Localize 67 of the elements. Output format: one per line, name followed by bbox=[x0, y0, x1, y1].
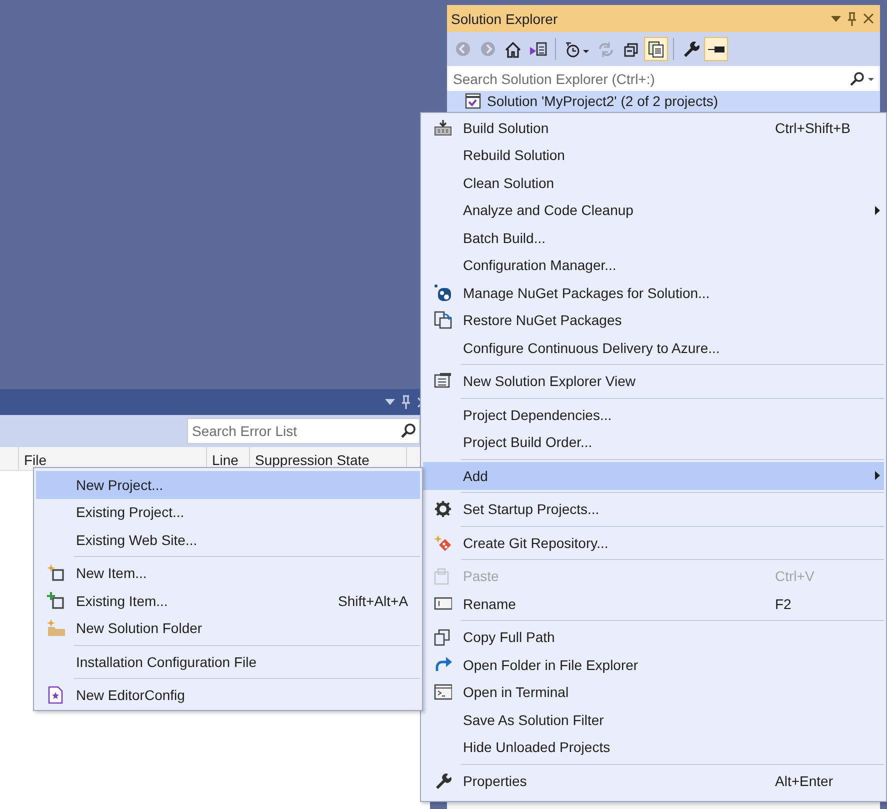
restore-icon bbox=[434, 311, 452, 330]
nuget-icon bbox=[434, 284, 452, 302]
toolbar-button[interactable] bbox=[644, 37, 668, 61]
back-icon bbox=[455, 41, 471, 57]
dropdown-icon[interactable] bbox=[385, 399, 395, 405]
editorconfig-icon bbox=[47, 686, 65, 704]
toolbar-button[interactable] bbox=[704, 37, 728, 61]
menu-item[interactable]: Project Dependencies... bbox=[423, 401, 884, 428]
menu-item[interactable]: Analyze and Code Cleanup bbox=[423, 196, 884, 224]
menu-item[interactable]: Set Startup Projects... bbox=[423, 496, 884, 523]
dropdown-icon[interactable] bbox=[831, 16, 841, 22]
menu-item[interactable]: Restore NuGet Packages bbox=[423, 306, 884, 334]
new-item-icon bbox=[47, 564, 65, 582]
terminal-icon bbox=[434, 683, 452, 702]
menu-item[interactable]: Rename F2 bbox=[423, 590, 884, 618]
build-icon bbox=[434, 118, 452, 137]
add-item-icon bbox=[47, 592, 65, 610]
menu-item[interactable]: Clean Solution bbox=[423, 169, 884, 196]
close-icon[interactable] bbox=[863, 13, 874, 24]
collapse-icon bbox=[624, 41, 638, 57]
menu-item[interactable]: Save As Solution Filter bbox=[423, 706, 884, 734]
menu-item[interactable]: Existing Web Site... bbox=[36, 526, 420, 554]
search-field[interactable]: Search Error List bbox=[187, 418, 420, 444]
preview-icon bbox=[707, 46, 725, 52]
wrench-icon bbox=[682, 40, 700, 58]
panel-title: Solution Explorer bbox=[451, 10, 559, 26]
tree-item[interactable]: Solution 'MyProject2' (2 of 2 projects) bbox=[447, 91, 880, 113]
search-field[interactable]: Search Solution Explorer (Ctrl+:) bbox=[449, 66, 878, 91]
menu-item[interactable]: New EditorConfig bbox=[36, 682, 420, 709]
menu-item[interactable]: Existing Project... bbox=[36, 498, 420, 526]
menu-item[interactable]: Manage NuGet Packages for Solution... bbox=[423, 279, 884, 306]
menu-item[interactable]: New Project... bbox=[36, 471, 420, 498]
gear-icon bbox=[434, 500, 452, 518]
git-icon bbox=[434, 534, 452, 552]
redo-arrow-icon bbox=[434, 656, 452, 674]
menu-item[interactable]: Copy Full Path bbox=[423, 624, 884, 651]
sync-icon bbox=[597, 40, 615, 58]
tree-item-label: Solution 'MyProject2' (2 of 2 projects) bbox=[487, 93, 718, 109]
menu-item[interactable]: Add bbox=[423, 462, 884, 490]
menu-item[interactable]: Project Build Order... bbox=[423, 428, 884, 456]
solution-icon bbox=[465, 93, 481, 109]
history-icon bbox=[564, 40, 590, 58]
forward-icon bbox=[480, 41, 496, 57]
folder-icon bbox=[47, 619, 65, 638]
menu-item[interactable]: Existing Item... Shift+Alt+A bbox=[36, 587, 420, 614]
menu-item[interactable]: New Item... bbox=[36, 560, 420, 587]
search-icon[interactable] bbox=[850, 72, 874, 86]
menu-item[interactable]: New Solution Folder bbox=[36, 614, 420, 642]
pin-icon[interactable] bbox=[847, 12, 857, 26]
menu-item[interactable]: Properties Alt+Enter bbox=[423, 767, 884, 794]
menu-item[interactable]: Installation Configuration File bbox=[36, 648, 420, 676]
window-list-icon bbox=[434, 372, 452, 390]
copy-icon bbox=[434, 628, 452, 646]
menu-item[interactable]: Hide Unloaded Projects bbox=[423, 734, 884, 761]
menu-item[interactable]: Build Solution Ctrl+Shift+B bbox=[423, 114, 884, 142]
wrench-icon bbox=[434, 772, 452, 790]
menu-item[interactable]: Rebuild Solution bbox=[423, 142, 884, 169]
menu-item[interactable]: New Solution Explorer View bbox=[423, 368, 884, 395]
menu-item[interactable]: Create Git Repository... bbox=[423, 529, 884, 556]
menu-item[interactable]: Configuration Manager... bbox=[423, 252, 884, 279]
home-icon bbox=[504, 40, 522, 58]
documents-icon bbox=[648, 40, 664, 58]
menu-item[interactable]: Configure Continuous Delivery to Azure... bbox=[423, 334, 884, 362]
menu-item[interactable]: Open Folder in File Explorer bbox=[423, 651, 884, 678]
menu-item[interactable]: Batch Build... bbox=[423, 224, 884, 252]
menu-item[interactable]: Open in Terminal bbox=[423, 678, 884, 706]
search-icon[interactable] bbox=[400, 423, 416, 439]
